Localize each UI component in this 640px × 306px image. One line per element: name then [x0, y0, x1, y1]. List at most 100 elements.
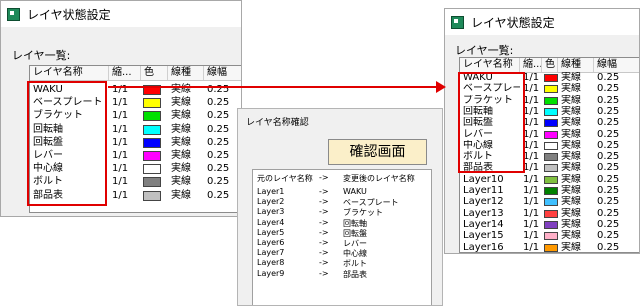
highlight-box-before — [27, 81, 107, 206]
column-header[interactable]: 色 — [542, 58, 558, 72]
rename-from: Layer2 — [257, 197, 285, 207]
cell-width: 0.25 — [597, 151, 620, 163]
color-swatch[interactable] — [143, 98, 161, 109]
cell-line: 実線 — [171, 84, 191, 95]
rename-arrow: -> — [319, 258, 329, 268]
layer-list-label: レイヤ一覧: — [455, 44, 514, 57]
color-swatch[interactable] — [544, 107, 558, 116]
cell-line: 実線 — [561, 83, 581, 95]
rename-from: Layer6 — [257, 238, 285, 247]
cell-line: 実線 — [561, 185, 581, 196]
color-swatch[interactable] — [544, 130, 558, 139]
cell-scale: 1/1 — [112, 176, 129, 188]
color-swatch[interactable] — [544, 153, 558, 162]
cell-line: 実線 — [171, 97, 191, 109]
color-swatch[interactable] — [143, 124, 161, 135]
column-header[interactable]: レイヤ名称 — [30, 66, 109, 80]
cell-line: 実線 — [561, 230, 581, 242]
column-header[interactable]: 縮... — [520, 58, 542, 72]
cell-scale: 1/1 — [523, 207, 540, 219]
rename-to: 部品表 — [343, 269, 367, 279]
cell-line: 実線 — [561, 72, 581, 83]
table-header: レイヤ名称 縮... 色線種 線幅 — [460, 58, 639, 73]
window-title: レイヤ状態設定 — [471, 16, 555, 30]
rename-from: Layer3 — [257, 207, 285, 217]
cell-width: 0.25 — [597, 72, 620, 83]
color-swatch[interactable] — [544, 187, 558, 195]
column-header[interactable]: 線幅 — [204, 66, 241, 80]
cell-scale: 1/1 — [112, 84, 129, 95]
rename-arrow: -> — [319, 227, 329, 237]
cell-width: 0.25 — [597, 162, 620, 174]
color-swatch[interactable] — [544, 119, 558, 128]
cell-width: 0.25 — [597, 139, 620, 151]
header-to: 変更後のレイヤ名称 — [343, 174, 415, 183]
color-swatch[interactable] — [143, 177, 161, 188]
color-swatch[interactable] — [544, 220, 558, 229]
cell-name: Layer11 — [463, 185, 504, 196]
rename-arrow: -> — [319, 187, 329, 196]
layer-name-confirm-dialog: レイヤ名称確認 確認画面 元のレイヤ名称 -> 変更後のレイヤ名称 Layer1… — [237, 108, 443, 306]
color-swatch[interactable] — [544, 96, 558, 105]
cell-scale: 1/1 — [523, 218, 540, 230]
cell-line: 実線 — [561, 162, 581, 174]
rename-from: Layer8 — [257, 258, 285, 268]
table-row[interactable]: Layer15 1/1 実線 0.25 — [460, 230, 639, 242]
color-swatch[interactable] — [544, 85, 558, 94]
color-swatch[interactable] — [544, 164, 558, 173]
column-header[interactable]: 線種 — [168, 66, 204, 80]
column-header[interactable]: レイヤ名称 — [460, 58, 520, 72]
cell-name: Layer13 — [463, 207, 504, 219]
table-row[interactable]: Layer12 1/1 実線 0.25 — [460, 196, 639, 208]
cell-scale: 1/1 — [112, 150, 129, 161]
window-title: レイヤ状態設定 — [27, 8, 111, 22]
cell-line: 実線 — [561, 151, 581, 163]
table-row[interactable]: Layer11 1/1 実線 0.25 — [460, 185, 639, 196]
cell-scale: 1/1 — [112, 110, 129, 122]
cell-line: 実線 — [561, 207, 581, 219]
column-header[interactable]: 縮... — [109, 66, 141, 80]
highlight-box-after — [458, 72, 525, 173]
cell-width: 0.25 — [597, 196, 620, 208]
color-swatch[interactable] — [143, 164, 161, 175]
cell-line: 実線 — [561, 173, 581, 185]
cell-width: 0.25 — [597, 173, 620, 185]
confirm-screen-banner: 確認画面 — [328, 139, 427, 165]
color-swatch[interactable] — [143, 190, 161, 201]
color-swatch[interactable] — [143, 151, 161, 161]
color-swatch[interactable] — [544, 243, 558, 252]
table-row[interactable]: Layer16 1/1 実線 0.25 — [460, 241, 639, 253]
color-swatch[interactable] — [143, 111, 161, 122]
cell-line: 実線 — [171, 189, 191, 201]
cell-name: Layer14 — [463, 218, 504, 230]
color-swatch[interactable] — [544, 74, 558, 82]
table-row[interactable]: Layer13 1/1 実線 0.25 — [460, 207, 639, 219]
table-row[interactable]: Layer14 1/1 実線 0.25 — [460, 218, 639, 230]
rename-from: Layer4 — [257, 217, 285, 227]
rename-list: 元のレイヤ名称 -> 変更後のレイヤ名称 Layer1 -> WAKU Layer2 -… — [252, 169, 432, 305]
cell-width: 0.25 — [597, 218, 620, 230]
cell-width: 0.25 — [597, 105, 620, 117]
color-swatch[interactable] — [143, 137, 161, 148]
color-swatch[interactable] — [544, 209, 558, 218]
column-header[interactable]: 線種 — [558, 58, 594, 72]
cell-line: 実線 — [171, 163, 191, 175]
cell-scale: 1/1 — [112, 123, 129, 135]
rename-to: WAKU — [343, 187, 367, 196]
color-swatch[interactable] — [544, 232, 558, 241]
header-from: 元のレイヤ名称 — [257, 174, 313, 183]
cell-scale: 1/1 — [523, 173, 540, 185]
cell-scale: 1/1 — [523, 241, 540, 253]
cell-line: 実線 — [171, 136, 191, 148]
cell-width: 0.25 — [207, 84, 230, 95]
table-row[interactable]: Layer10 1/1 実線 0.25 — [460, 173, 639, 185]
color-swatch[interactable] — [544, 175, 558, 184]
column-header[interactable]: 線幅 — [594, 58, 639, 72]
color-swatch[interactable] — [544, 141, 558, 150]
cell-line: 実線 — [561, 128, 581, 140]
title-bar: レイヤ状態設定 — [1, 1, 241, 27]
color-swatch[interactable] — [544, 198, 558, 207]
cell-line: 実線 — [561, 94, 581, 106]
dialog-title: レイヤ名称確認 — [246, 118, 309, 128]
column-header[interactable]: 色 — [141, 66, 168, 80]
